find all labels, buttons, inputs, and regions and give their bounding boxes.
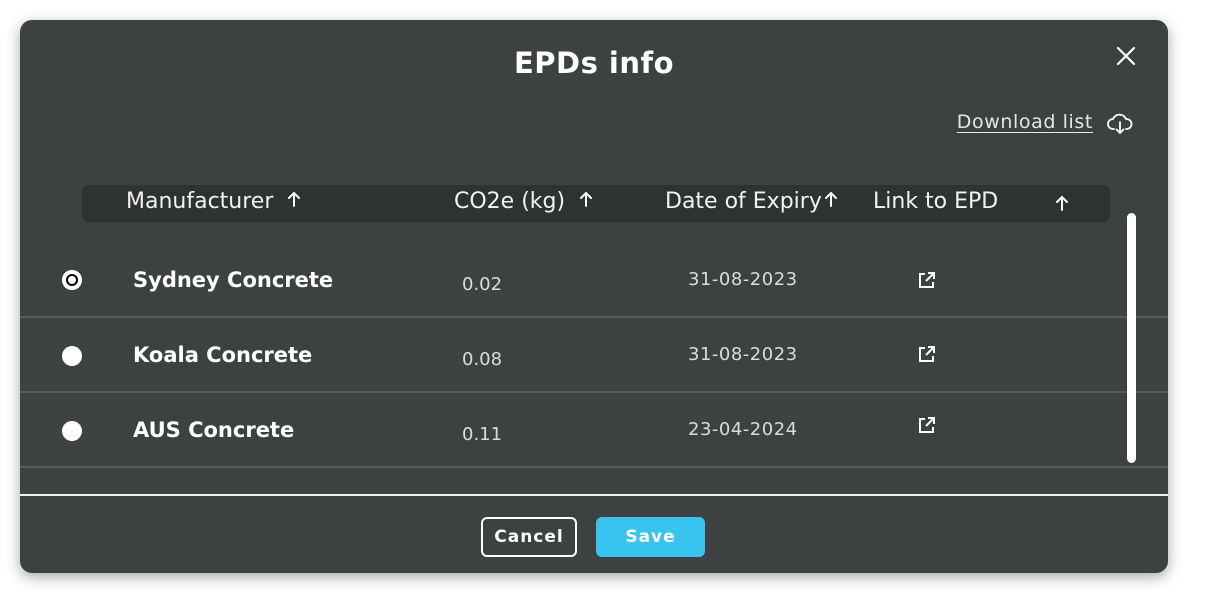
table-row[interactable]: Sydney Concrete 0.02 31-08-2023: [20, 241, 1168, 318]
manufacturer-name: AUS Concrete: [133, 418, 295, 442]
arrow-up-icon[interactable]: [578, 190, 594, 208]
cloud-download-icon[interactable]: [1107, 111, 1133, 137]
radio-unselected[interactable]: [62, 346, 82, 366]
expiry-date: 31-08-2023: [688, 344, 798, 365]
radio-selected-dot: [66, 274, 78, 286]
expiry-date: 23-04-2024: [688, 419, 798, 440]
scrollbar-thumb[interactable]: [1127, 213, 1136, 463]
radio-selected[interactable]: [62, 270, 82, 290]
external-link-icon[interactable]: [917, 270, 937, 290]
radio-unselected[interactable]: [62, 421, 82, 441]
cancel-button[interactable]: Cancel: [481, 517, 577, 557]
manufacturer-name: Koala Concrete: [133, 343, 313, 367]
epds-info-modal: EPDs info Download list Manufacturer CO2…: [20, 20, 1168, 573]
column-label: CO2e (kg): [454, 189, 566, 214]
external-link-icon[interactable]: [917, 344, 937, 364]
column-header-link-to-epd[interactable]: Link to EPD: [873, 189, 998, 214]
table-header: Manufacturer CO2e (kg) Date of Expiry Li…: [82, 185, 1110, 222]
download-list-link[interactable]: Download list: [956, 111, 1133, 134]
table-row[interactable]: Koala Concrete 0.08 31-08-2023: [20, 316, 1168, 393]
expiry-date: 31-08-2023: [688, 269, 798, 290]
save-button[interactable]: Save: [596, 517, 705, 557]
external-link-icon[interactable]: [917, 415, 937, 435]
manufacturer-name: Sydney Concrete: [133, 268, 334, 292]
footer-divider: [20, 494, 1168, 496]
column-label: Link to EPD: [873, 189, 999, 214]
table-row[interactable]: AUS Concrete 0.11 23-04-2024: [20, 391, 1168, 468]
column-label: Date of Expiry: [665, 189, 822, 214]
column-label: Manufacturer: [126, 189, 274, 214]
co2e-value: 0.08: [462, 349, 503, 370]
download-list-label: Download list: [956, 111, 1093, 133]
modal-title: EPDs info: [513, 46, 675, 80]
close-icon[interactable]: [1114, 44, 1138, 68]
column-header-co2e[interactable]: CO2e (kg): [454, 189, 594, 214]
co2e-value: 0.02: [462, 274, 503, 295]
arrow-up-icon[interactable]: [286, 190, 302, 208]
column-header-manufacturer[interactable]: Manufacturer: [126, 189, 302, 214]
arrow-up-icon[interactable]: [1054, 194, 1070, 212]
column-header-date-of-expiry[interactable]: Date of Expiry: [665, 189, 839, 214]
arrow-up-icon[interactable]: [823, 190, 839, 208]
co2e-value: 0.11: [462, 424, 503, 445]
